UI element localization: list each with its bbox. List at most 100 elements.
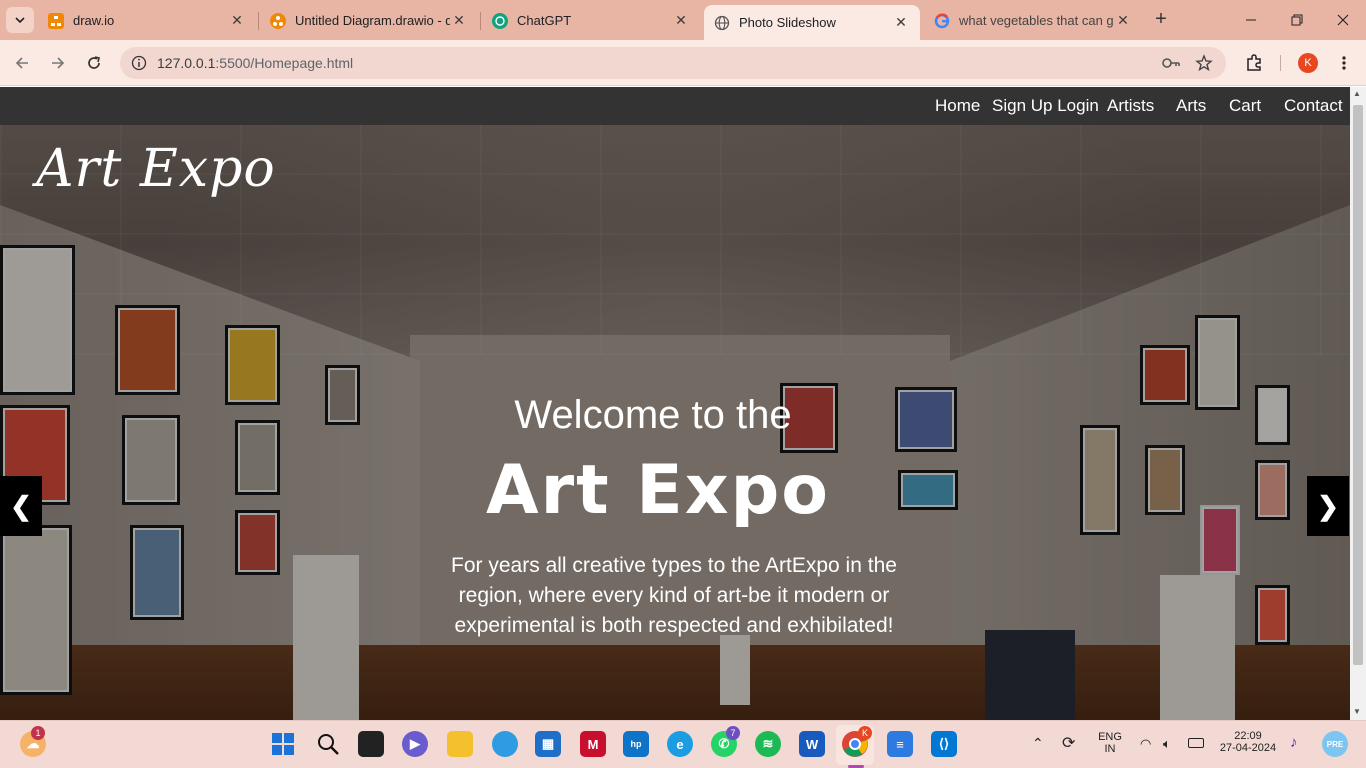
copilot-icon[interactable]: PRE xyxy=(1322,731,1348,757)
clock[interactable]: 22:09 27-04-2024 xyxy=(1218,730,1278,754)
nav-signup-login[interactable]: Sign Up Login xyxy=(992,96,1099,116)
tab-drawio[interactable]: draw.io ✕ xyxy=(38,5,256,36)
tab-title: what vegetables that can gr xyxy=(959,13,1114,28)
hero-description: For years all creative types to the ArtE… xyxy=(451,554,897,637)
battery-icon[interactable] xyxy=(1188,738,1204,748)
chevron-down-icon xyxy=(15,17,25,24)
language-indicator[interactable]: ENG IN xyxy=(1096,731,1124,755)
file-explorer-icon[interactable] xyxy=(447,731,473,757)
web-page: Home Sign Up Login Artists Arts Cart Con… xyxy=(0,87,1350,720)
close-icon[interactable]: ✕ xyxy=(892,14,910,32)
nav-contact[interactable]: Contact xyxy=(1284,96,1343,116)
back-button[interactable] xyxy=(8,49,36,77)
tab-divider xyxy=(258,12,259,30)
restore-icon xyxy=(1291,14,1303,26)
nav-cart[interactable]: Cart xyxy=(1229,96,1261,116)
browser-tab-strip: draw.io ✕ Untitled Diagram.drawio - d ✕ … xyxy=(0,0,1366,40)
tab-divider xyxy=(480,12,481,30)
site-logo[interactable]: Art Expo xyxy=(36,139,276,199)
nav-arts[interactable]: Arts xyxy=(1176,96,1206,116)
slideshow-prev-button[interactable]: ❮ xyxy=(0,476,42,536)
tab-title: ChatGPT xyxy=(517,13,572,28)
globe-icon xyxy=(714,15,730,31)
more-vert-icon xyxy=(1342,56,1346,70)
password-key-icon[interactable] xyxy=(1161,55,1181,71)
tab-chatgpt[interactable]: ChatGPT ✕ xyxy=(482,5,700,36)
tab-photo-slideshow[interactable]: Photo Slideshow ✕ xyxy=(704,5,920,40)
url-host: 127.0.0.1 xyxy=(157,55,216,71)
scrollbar-thumb[interactable] xyxy=(1353,105,1363,665)
site-info-icon[interactable] xyxy=(131,55,147,71)
slideshow-next-button[interactable]: ❯ xyxy=(1307,476,1349,536)
microsoft-store-icon[interactable]: ▦ xyxy=(535,731,561,757)
address-bar[interactable]: 127.0.0.1:5500/Homepage.html xyxy=(120,47,1226,79)
url-text[interactable]: 127.0.0.1:5500/Homepage.html xyxy=(157,55,353,71)
reload-icon xyxy=(88,56,100,69)
minimize-button[interactable] xyxy=(1228,0,1274,40)
windows-taskbar: ☁ 1 ▶ ▦ M hp e ✆ 7 ≋ W K ≡ ⟨⟩ ⌃ ⟳ ENG IN… xyxy=(0,720,1366,768)
toolbar-divider xyxy=(1280,55,1281,71)
drawio-icon xyxy=(270,12,286,29)
spotify-icon[interactable]: ≋ xyxy=(755,731,781,757)
sync-icon[interactable]: ⟳ xyxy=(1062,733,1075,753)
myhp-icon[interactable]: hp xyxy=(623,731,649,757)
browser-menu-button[interactable] xyxy=(1330,49,1358,77)
chatgpt-icon xyxy=(492,12,508,29)
notepad-icon[interactable]: ≡ xyxy=(887,731,913,757)
site-navbar: Home Sign Up Login Artists Arts Cart Con… xyxy=(0,87,1350,125)
google-icon xyxy=(934,13,950,29)
tab-title: Untitled Diagram.drawio - d xyxy=(295,13,450,28)
new-tab-button[interactable]: + xyxy=(1150,9,1172,31)
scroll-down-icon[interactable]: ▼ xyxy=(1353,707,1361,716)
hero-slideshow: Art Expo Welcome to the Art Expo For yea… xyxy=(0,125,1350,720)
assistant-app-icon[interactable] xyxy=(492,731,518,757)
tab-google-search[interactable]: what vegetables that can gr ✕ xyxy=(924,5,1142,36)
puzzle-icon xyxy=(1247,54,1261,71)
wifi-icon[interactable]: ◠ xyxy=(1140,736,1151,752)
chrome-profile-badge: K xyxy=(858,726,872,740)
browser-toolbar: 127.0.0.1:5500/Homepage.html K xyxy=(0,40,1366,86)
drawio-icon xyxy=(48,12,64,29)
task-view-icon[interactable] xyxy=(358,731,384,757)
reload-button[interactable] xyxy=(80,49,108,77)
restore-button[interactable] xyxy=(1274,0,1320,40)
nav-artists[interactable]: Artists xyxy=(1107,96,1154,116)
hero-welcome-text: Welcome to the xyxy=(514,393,792,437)
tab-search-button[interactable] xyxy=(6,7,34,33)
hero-title: Art Expo xyxy=(485,451,831,530)
extensions-button[interactable] xyxy=(1240,49,1268,77)
close-icon xyxy=(1337,14,1349,26)
tab-title: draw.io xyxy=(73,13,115,28)
close-icon[interactable]: ✕ xyxy=(450,12,468,30)
bookmark-star-icon[interactable] xyxy=(1195,54,1213,72)
close-icon[interactable]: ✕ xyxy=(1114,12,1132,30)
close-window-button[interactable] xyxy=(1320,0,1366,40)
page-scrollbar[interactable]: ▲ ▼ xyxy=(1350,87,1366,720)
notification-bell-icon[interactable]: ♪ xyxy=(1290,734,1298,751)
arrow-left-icon xyxy=(15,57,28,69)
arrow-right-icon xyxy=(52,57,65,69)
windows-start-icon[interactable] xyxy=(270,731,296,757)
edge-browser-icon[interactable]: e xyxy=(667,731,693,757)
close-icon[interactable]: ✕ xyxy=(672,12,690,30)
vscode-icon[interactable]: ⟨⟩ xyxy=(931,731,957,757)
weather-badge: 1 xyxy=(31,726,45,740)
date-text: 27-04-2024 xyxy=(1219,742,1277,754)
show-hidden-icons-chevron-icon[interactable]: ⌃ xyxy=(1032,735,1044,752)
tab-untitled-diagram[interactable]: Untitled Diagram.drawio - d ✕ xyxy=(260,5,478,36)
avatar: K xyxy=(1298,53,1318,73)
time-text: 22:09 xyxy=(1234,730,1262,742)
url-path: :5500/Homepage.html xyxy=(215,55,354,71)
minimize-icon xyxy=(1246,19,1256,21)
tab-title: Photo Slideshow xyxy=(739,15,836,30)
word-icon[interactable]: W xyxy=(799,731,825,757)
profile-button[interactable]: K xyxy=(1294,49,1322,77)
forward-button[interactable] xyxy=(44,49,72,77)
mcafee-icon[interactable]: M xyxy=(580,731,606,757)
volume-icon[interactable]: 🔈︎ xyxy=(1163,736,1171,752)
meet-chat-icon[interactable]: ▶ xyxy=(402,731,428,757)
close-icon[interactable]: ✕ xyxy=(228,12,246,30)
scroll-up-icon[interactable]: ▲ xyxy=(1353,89,1361,98)
nav-home[interactable]: Home xyxy=(935,96,980,116)
search-icon[interactable] xyxy=(315,731,341,757)
